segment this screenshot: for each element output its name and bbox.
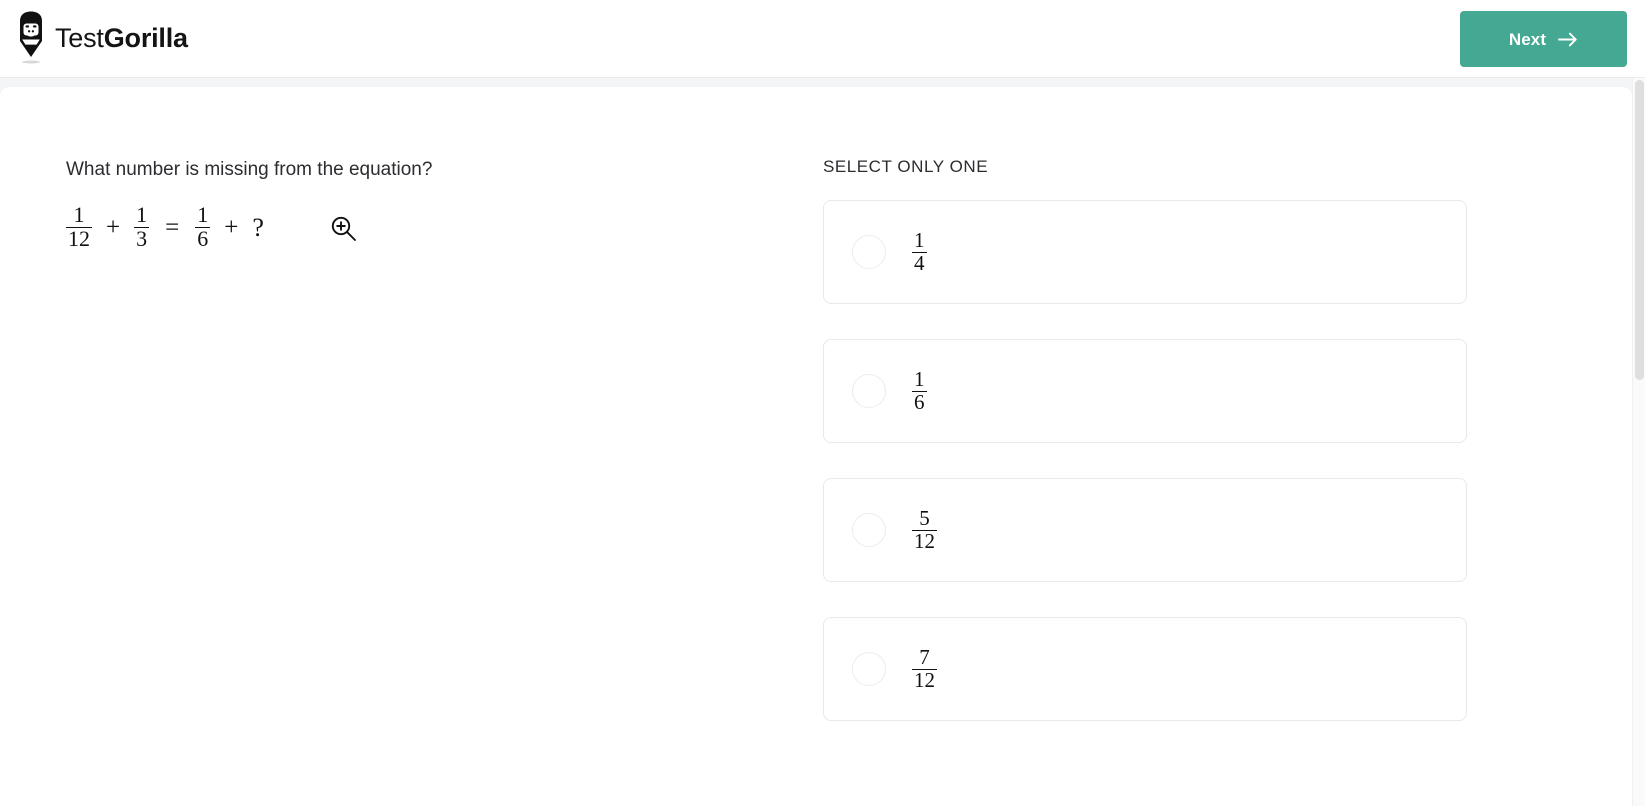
answer-option-value: 1 4 bbox=[912, 227, 927, 275]
gorilla-logo-icon bbox=[16, 11, 46, 67]
arrow-right-icon bbox=[1558, 32, 1578, 47]
question-pane: What number is missing from the equation… bbox=[66, 157, 766, 256]
radio-button[interactable] bbox=[852, 374, 886, 408]
answer-option-value: 1 6 bbox=[912, 366, 927, 414]
equation-operator-equals: = bbox=[165, 214, 180, 242]
fraction-denominator: 3 bbox=[134, 226, 150, 252]
equation-unknown-placeholder: ? bbox=[252, 212, 264, 242]
fraction-numerator: 1 bbox=[914, 227, 925, 252]
answer-option-4[interactable]: 7 12 bbox=[823, 617, 1467, 721]
answer-fraction: 1 6 bbox=[912, 366, 927, 414]
test-page: TestGorilla Next What number is missing … bbox=[0, 0, 1645, 806]
fraction-numerator: 1 bbox=[73, 202, 85, 228]
question-prompt: What number is missing from the equation… bbox=[66, 159, 433, 180]
brand-wordmark: TestGorilla bbox=[55, 22, 188, 54]
brand-name-light: Test bbox=[55, 22, 104, 53]
fraction-numerator: 1 bbox=[197, 202, 209, 228]
answer-option-2[interactable]: 1 6 bbox=[823, 339, 1467, 443]
equation-operator-plus-2: + bbox=[224, 214, 239, 242]
answers-pane: SELECT ONLY ONE 1 4 1 6 5 12 7 12 bbox=[823, 157, 1469, 756]
brand-name-bold: Gorilla bbox=[103, 22, 188, 53]
fraction-numerator: 1 bbox=[136, 202, 148, 228]
answer-option-value: 5 12 bbox=[912, 505, 937, 553]
equation-fraction-3: 1 6 bbox=[195, 202, 211, 252]
zoom-in-icon[interactable] bbox=[326, 211, 360, 245]
question-columns: What number is missing from the equation… bbox=[0, 87, 1632, 806]
radio-button[interactable] bbox=[852, 513, 886, 547]
question-equation: 1 12 + 1 3 = 1 6 + ? bbox=[66, 202, 264, 252]
fraction-numerator: 1 bbox=[914, 366, 925, 391]
brand-logo[interactable]: TestGorilla bbox=[16, 6, 188, 72]
fraction-numerator: 7 bbox=[919, 644, 930, 669]
radio-button[interactable] bbox=[852, 235, 886, 269]
fraction-denominator: 12 bbox=[912, 528, 937, 553]
answer-option-1[interactable]: 1 4 bbox=[823, 200, 1467, 304]
app-header: TestGorilla Next bbox=[0, 0, 1645, 78]
scrollbar-thumb[interactable] bbox=[1635, 80, 1644, 380]
fraction-denominator: 4 bbox=[912, 250, 927, 275]
equation-row: 1 12 + 1 3 = 1 6 + ? bbox=[66, 200, 766, 256]
fraction-denominator: 6 bbox=[195, 226, 211, 252]
equation-operator-plus-1: + bbox=[106, 214, 121, 242]
answer-fraction: 1 4 bbox=[912, 227, 927, 275]
question-card: What number is missing from the equation… bbox=[0, 87, 1632, 806]
fraction-denominator: 6 bbox=[912, 389, 927, 414]
answers-heading: SELECT ONLY ONE bbox=[823, 157, 989, 176]
radio-button[interactable] bbox=[852, 652, 886, 686]
fraction-denominator: 12 bbox=[912, 667, 937, 692]
answer-fraction: 7 12 bbox=[912, 644, 937, 692]
answer-option-3[interactable]: 5 12 bbox=[823, 478, 1467, 582]
answer-fraction: 5 12 bbox=[912, 505, 937, 553]
fraction-denominator: 12 bbox=[66, 226, 92, 252]
next-button[interactable]: Next bbox=[1460, 11, 1627, 67]
answer-option-value: 7 12 bbox=[912, 644, 937, 692]
equation-fraction-1: 1 12 bbox=[66, 202, 92, 252]
equation-fraction-2: 1 3 bbox=[134, 202, 150, 252]
next-button-label: Next bbox=[1508, 29, 1547, 49]
fraction-numerator: 5 bbox=[919, 505, 930, 530]
vertical-scrollbar[interactable] bbox=[1632, 78, 1645, 806]
